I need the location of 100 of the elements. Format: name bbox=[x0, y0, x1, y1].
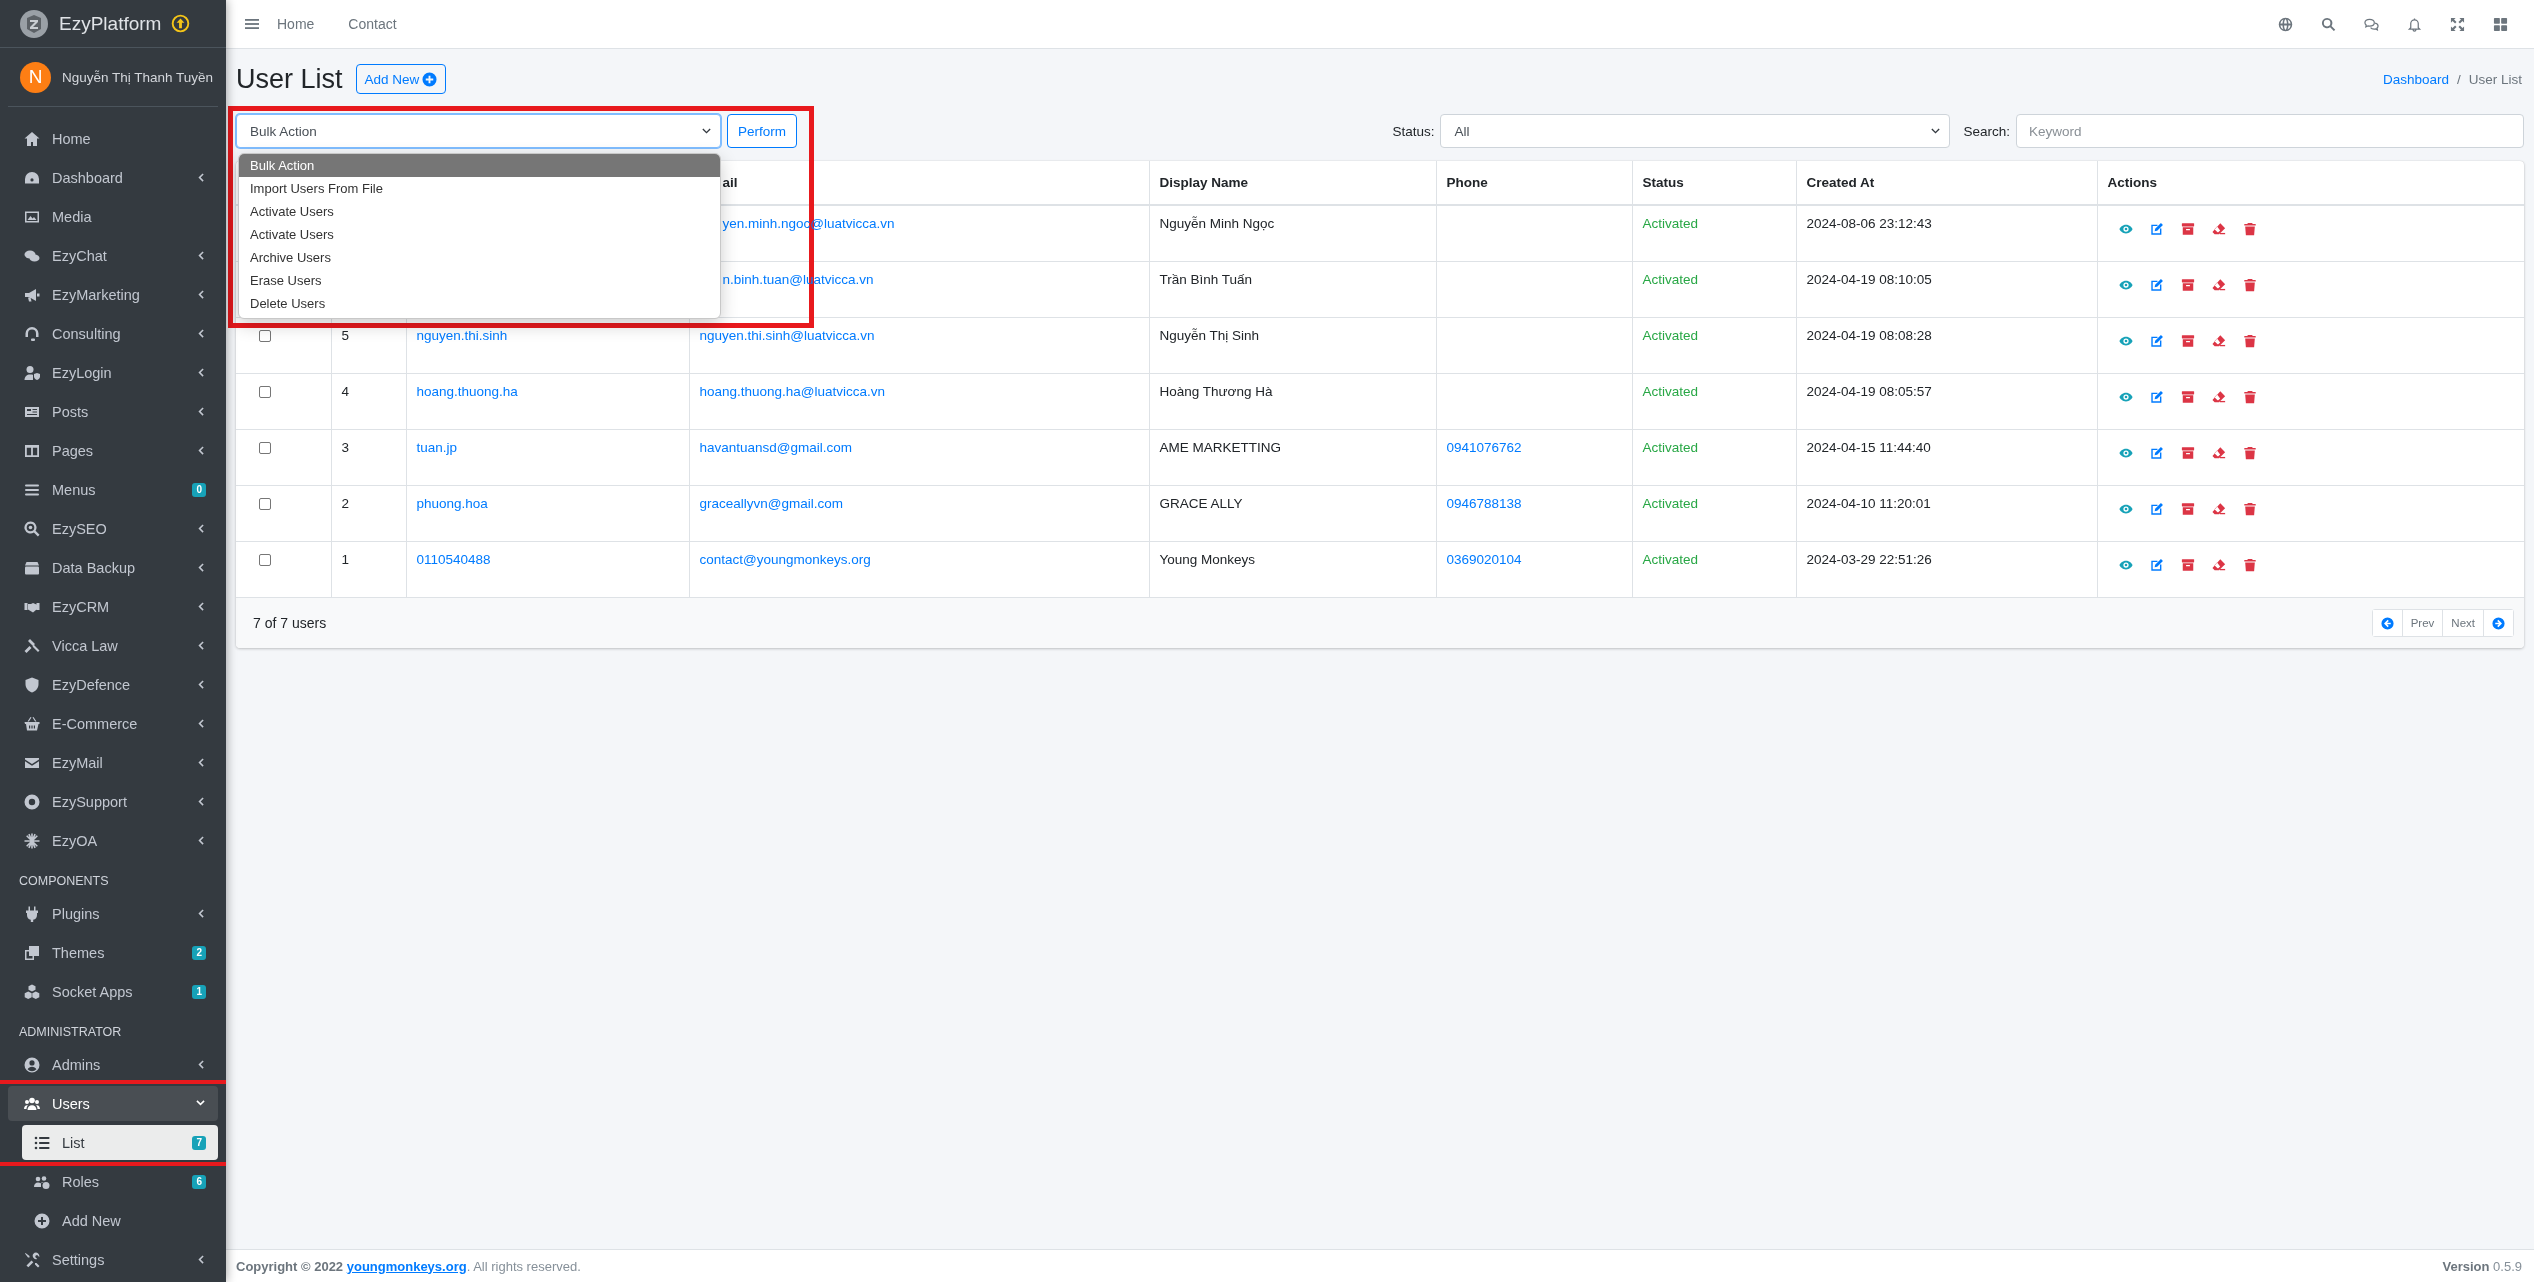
sidebar-item[interactable]: Users bbox=[8, 1086, 218, 1121]
sidebar-item[interactable]: Consulting bbox=[8, 316, 218, 351]
email-link[interactable]: hoang.thuong.ha@luatvicca.vn bbox=[699, 383, 886, 399]
globe-icon[interactable] bbox=[2278, 16, 2293, 32]
footer-link[interactable]: youngmonkeys.org bbox=[346, 1258, 467, 1274]
edit-icon[interactable] bbox=[2149, 333, 2164, 348]
sidebar-item[interactable]: Socket Apps 1 bbox=[8, 974, 218, 1009]
sidebar-item[interactable]: EzySupport bbox=[8, 784, 218, 819]
view-icon[interactable] bbox=[2118, 222, 2133, 236]
sidebar-item[interactable]: Menus 0 bbox=[8, 472, 218, 507]
sidebar-item[interactable]: EzyMarketing bbox=[8, 277, 218, 312]
row-checkbox[interactable] bbox=[259, 441, 271, 454]
trash-icon[interactable] bbox=[2242, 445, 2257, 460]
edit-icon[interactable] bbox=[2149, 277, 2164, 292]
edit-icon[interactable] bbox=[2149, 389, 2164, 404]
bell-icon[interactable] bbox=[2407, 16, 2422, 32]
eraser-icon[interactable] bbox=[2211, 222, 2226, 236]
dropdown-option[interactable]: Bulk Action bbox=[239, 154, 720, 177]
email-link[interactable]: nguyen.thi.sinh@luatvicca.vn bbox=[699, 327, 875, 343]
archive-icon[interactable] bbox=[2180, 389, 2195, 404]
row-checkbox[interactable] bbox=[259, 329, 271, 342]
trash-icon[interactable] bbox=[2242, 389, 2257, 404]
trash-icon[interactable] bbox=[2242, 277, 2257, 292]
sidebar-item[interactable]: Plugins bbox=[8, 896, 218, 931]
user-name[interactable]: Nguyễn Thị Thanh Tuyền bbox=[62, 69, 214, 85]
sidebar-item[interactable]: EzyLogin bbox=[8, 355, 218, 390]
phone-link[interactable]: 0946788138 bbox=[1446, 495, 1522, 511]
sidebar-item[interactable]: List 7 bbox=[22, 1125, 218, 1160]
nav-link[interactable]: Contact bbox=[331, 16, 414, 32]
edit-icon[interactable] bbox=[2149, 557, 2164, 572]
sidebar-item[interactable]: Pages bbox=[8, 433, 218, 468]
edit-icon[interactable] bbox=[2149, 445, 2164, 460]
search-field[interactable]: Keyword bbox=[2016, 114, 2524, 148]
trash-icon[interactable] bbox=[2242, 333, 2257, 348]
dropdown-option[interactable]: Erase Users bbox=[239, 269, 720, 292]
email-link[interactable]: contact@youngmonkeys.org bbox=[699, 551, 871, 567]
archive-icon[interactable] bbox=[2180, 277, 2195, 292]
phone-link[interactable]: 0369020104 bbox=[1446, 551, 1522, 567]
sidebar-item[interactable]: EzyCRM bbox=[8, 589, 218, 624]
sidebar-item[interactable]: Data Backup bbox=[8, 550, 218, 585]
sidebar-item[interactable]: EzyMail bbox=[8, 745, 218, 780]
sidebar-item[interactable]: Vicca Law bbox=[8, 628, 218, 663]
nav-link[interactable]: Home bbox=[260, 16, 332, 32]
sidebar-item[interactable]: EzyChat bbox=[8, 238, 218, 273]
sidebar-item[interactable]: Roles 6 bbox=[22, 1164, 218, 1199]
breadcrumb-link[interactable]: Dashboard bbox=[2382, 71, 2449, 87]
row-checkbox[interactable] bbox=[259, 385, 271, 398]
archive-icon[interactable] bbox=[2180, 557, 2195, 572]
sidebar-item[interactable]: Settings bbox=[8, 1242, 218, 1277]
sidebar-item[interactable]: Media bbox=[8, 199, 218, 234]
dropdown-option[interactable]: Archive Users bbox=[239, 246, 720, 269]
sidebar-item[interactable]: Posts bbox=[8, 394, 218, 429]
username-link[interactable]: 0110540488 bbox=[416, 551, 491, 567]
sidebar-item[interactable]: EzyDefence bbox=[8, 667, 218, 702]
archive-icon[interactable] bbox=[2180, 333, 2195, 348]
last-page-button[interactable] bbox=[2483, 610, 2513, 636]
eraser-icon[interactable] bbox=[2211, 501, 2226, 516]
username-link[interactable]: tuan.jp bbox=[416, 439, 458, 455]
eraser-icon[interactable] bbox=[2211, 445, 2226, 460]
dropdown-option[interactable]: Activate Users bbox=[239, 200, 720, 223]
archive-icon[interactable] bbox=[2180, 445, 2195, 460]
eraser-icon[interactable] bbox=[2211, 389, 2226, 404]
sidebar-item[interactable]: Home bbox=[8, 121, 218, 156]
row-checkbox[interactable] bbox=[259, 497, 271, 510]
trash-icon[interactable] bbox=[2242, 557, 2257, 572]
bulk-action-select[interactable]: Bulk Action bbox=[236, 114, 721, 148]
sidebar-item[interactable]: EzyOA bbox=[8, 823, 218, 858]
email-link[interactable]: havantuansd@gmail.com bbox=[699, 439, 853, 455]
chat-icon[interactable] bbox=[2364, 16, 2379, 32]
perform-button[interactable]: Perform bbox=[727, 114, 797, 148]
sidebar-item[interactable]: EzySEO bbox=[8, 511, 218, 546]
sidebar-item[interactable]: Themes 2 bbox=[8, 935, 218, 970]
sidebar-item[interactable]: Add New bbox=[22, 1203, 218, 1238]
username-link[interactable]: hoang.thuong.ha bbox=[416, 383, 518, 399]
archive-icon[interactable] bbox=[2180, 222, 2195, 236]
status-select[interactable]: All bbox=[1440, 114, 1951, 148]
search-icon[interactable] bbox=[2321, 16, 2336, 32]
add-new-button[interactable]: Add New bbox=[355, 64, 447, 94]
sidebar-item[interactable]: Dashboard bbox=[8, 160, 218, 195]
username-link[interactable]: nguyen.thi.sinh bbox=[416, 327, 508, 343]
eraser-icon[interactable] bbox=[2211, 557, 2226, 572]
eraser-icon[interactable] bbox=[2211, 333, 2226, 348]
username-link[interactable]: phuong.hoa bbox=[416, 495, 488, 511]
archive-icon[interactable] bbox=[2180, 501, 2195, 516]
sidebar-item[interactable]: Admins bbox=[8, 1047, 218, 1082]
trash-icon[interactable] bbox=[2242, 501, 2257, 516]
grid-icon[interactable] bbox=[2493, 16, 2508, 32]
sidebar-item[interactable]: E-Commerce bbox=[8, 706, 218, 741]
trash-icon[interactable] bbox=[2242, 222, 2257, 236]
dropdown-option[interactable]: Import Users From File bbox=[239, 177, 720, 200]
eraser-icon[interactable] bbox=[2211, 277, 2226, 292]
row-checkbox[interactable] bbox=[259, 553, 271, 566]
edit-icon[interactable] bbox=[2149, 501, 2164, 516]
dropdown-option[interactable]: Activate Users bbox=[239, 223, 720, 246]
brand-name[interactable]: EzyPlatform bbox=[59, 12, 162, 35]
email-link[interactable]: graceallyvn@gmail.com bbox=[699, 495, 843, 511]
dropdown-option[interactable]: Delete Users bbox=[239, 292, 720, 315]
fullscreen-icon[interactable] bbox=[2450, 16, 2465, 32]
phone-link[interactable]: 0941076762 bbox=[1446, 439, 1522, 455]
edit-icon[interactable] bbox=[2149, 222, 2164, 236]
